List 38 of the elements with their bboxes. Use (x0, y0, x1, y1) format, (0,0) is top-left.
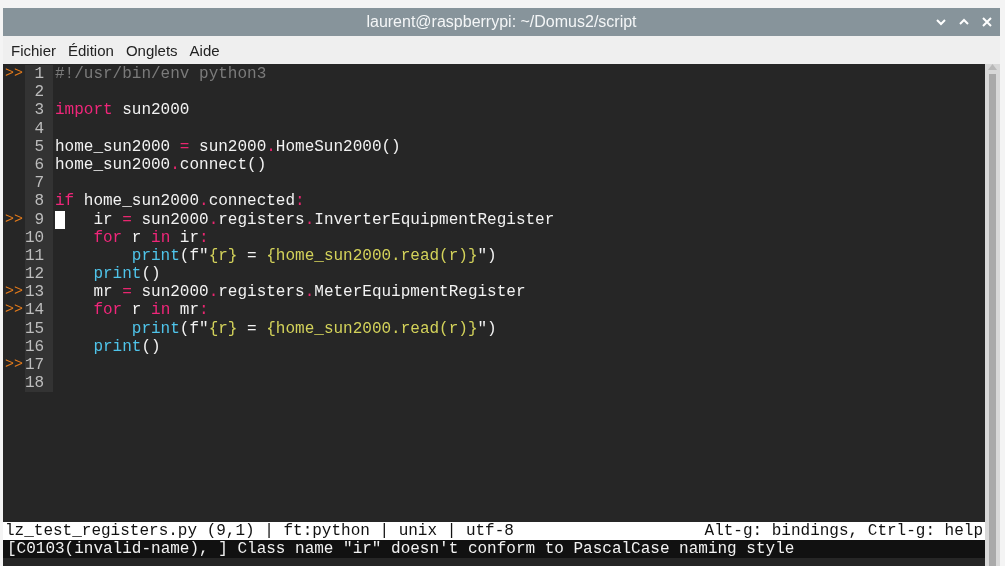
line-marker: >> (5, 65, 23, 82)
code-line: import sun2000 (54, 101, 190, 120)
code-line: #!/usr/bin/env python3 (54, 65, 267, 84)
line-marker: >> (5, 210, 23, 228)
code-line: print(f"{r} = {home_sun2000.read(r)}") (130, 319, 497, 338)
line-marker: >> (5, 301, 23, 319)
line-number: 17 (25, 356, 53, 375)
close-button[interactable] (980, 15, 994, 29)
file-info: lz_test_registers.py (9,1) | ft:python | unix | utf-8 (5, 522, 514, 540)
menu-item[interactable]: Édition (63, 41, 119, 59)
menu-item[interactable]: Aide (184, 41, 225, 59)
code-line: for r in mr: (92, 301, 209, 320)
code-line: if home_sun2000.connected: (54, 192, 305, 211)
code-line: print() (92, 265, 161, 284)
code-line: home_sun2000.connect() (54, 155, 267, 175)
line-number: 18 (25, 374, 53, 393)
code-line: home_sun2000 = sun2000.HomeSun2000() (54, 137, 401, 156)
line-number: 2 (25, 83, 53, 102)
line-marker: >> (5, 356, 23, 373)
menu-item[interactable]: Onglets (120, 41, 183, 59)
line-number: 7 (25, 174, 53, 193)
line-marker: >> (5, 283, 23, 301)
key-hints: Alt-g: bindings, Ctrl-g: help (704, 522, 983, 540)
line-number: 1 (25, 65, 53, 84)
line-number: 12 (25, 265, 53, 284)
menu-item[interactable]: Fichier (6, 41, 61, 59)
code-line: print(f"{r} = {home_sun2000.read(r)}") (130, 246, 497, 266)
line-number: 3 (25, 101, 53, 120)
lint-message: [C0103(invalid-name), ] Class name "ir" doesn't conform to PascalCase naming style (3, 540, 985, 558)
window-title: laurent@raspberrypi: ~/Domus2/script (366, 13, 637, 31)
code-line: print() (92, 337, 161, 356)
line-number: 13 (25, 283, 53, 302)
code-line: ir = sun2000.registers.InverterEquipmentRegister (53, 210, 555, 229)
code-line: mr = sun2000.registers.MeterEquipmentRegister (92, 283, 526, 302)
code-line: for r in ir: (92, 228, 209, 247)
scrollbar[interactable] (985, 64, 1000, 566)
line-number: 8 (25, 192, 53, 211)
line-number: 14 (25, 301, 53, 320)
